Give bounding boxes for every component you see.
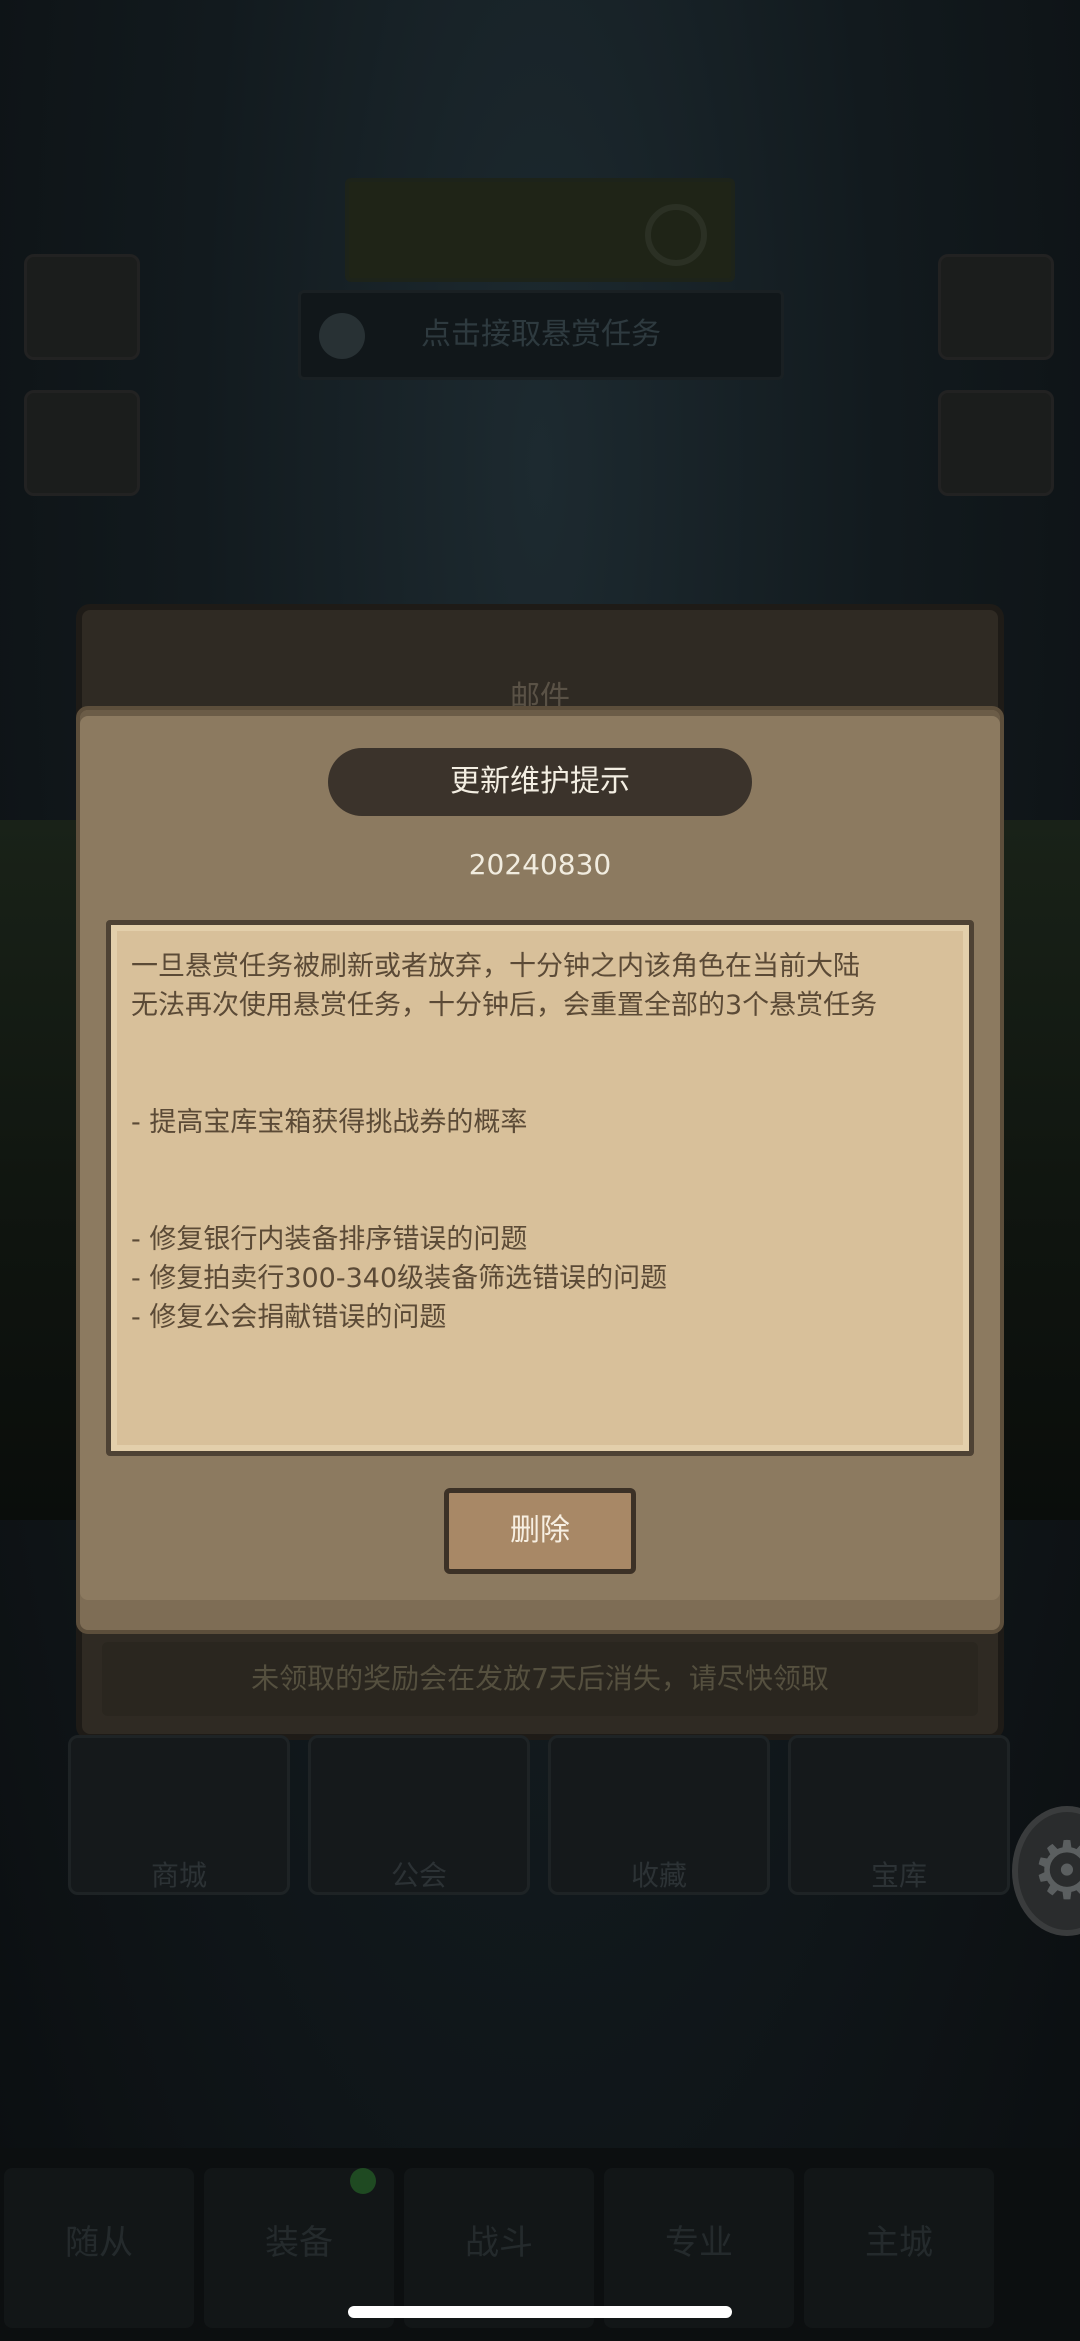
home-indicator[interactable] [348, 2306, 732, 2318]
announcement-text: 一旦悬赏任务被刷新或者放弃，十分钟之内该角色在当前大陆 无法再次使用悬赏任务，十… [131, 951, 878, 1333]
tab-equipment-label: 装备 [265, 2223, 333, 2263]
card-shop-label: 商城 [150, 1859, 207, 1892]
tab-followers: 随从 [4, 2168, 194, 2328]
dungeon-icon [24, 390, 140, 496]
card-shop: 商城 [68, 1735, 290, 1895]
card-collection: 收藏 [548, 1735, 770, 1895]
dialog-title: 更新维护提示 [328, 748, 752, 816]
tab-profession-label: 专业 [665, 2223, 733, 2263]
scroll-icon [24, 254, 140, 360]
card-collection-label: 收藏 [630, 1859, 687, 1892]
quest-box [345, 178, 735, 282]
mail-footer-notice: 未领取的奖励会在发放7天后消失，请尽快领取 [102, 1642, 978, 1716]
tab-main-city: 主城 [804, 2168, 994, 2328]
book-icon [938, 390, 1054, 496]
bounty-label: 点击接取悬赏任务 [421, 317, 661, 352]
side-icon-dungeon [22, 390, 142, 496]
tab-followers-label: 随从 [65, 2223, 133, 2263]
tab-main-city-label: 主城 [865, 2223, 933, 2263]
notification-dot [350, 2168, 376, 2194]
card-treasury: 宝库 [788, 1735, 1010, 1895]
side-icon-notice [22, 254, 142, 360]
card-guild-label: 公会 [390, 1859, 447, 1892]
tab-battle-label: 战斗 [465, 2223, 533, 2263]
bounty-bar: 点击接取悬赏任务 [298, 290, 784, 380]
announcement-paper[interactable]: 一旦悬赏任务被刷新或者放弃，十分钟之内该角色在当前大陆 无法再次使用悬赏任务，十… [106, 920, 974, 1456]
gear-icon [938, 254, 1054, 360]
tab-profession: 专业 [604, 2168, 794, 2328]
announcement-date: 20240830 [468, 848, 612, 881]
side-icon-settings [936, 254, 1056, 360]
quest-eye-icon [645, 204, 707, 266]
side-icon-log [936, 390, 1056, 496]
bounty-icon [319, 313, 365, 359]
card-treasury-label: 宝库 [870, 1859, 927, 1892]
card-guild: 公会 [308, 1735, 530, 1895]
tab-battle: 战斗 [404, 2168, 594, 2328]
delete-button[interactable]: 删除 [444, 1488, 636, 1574]
